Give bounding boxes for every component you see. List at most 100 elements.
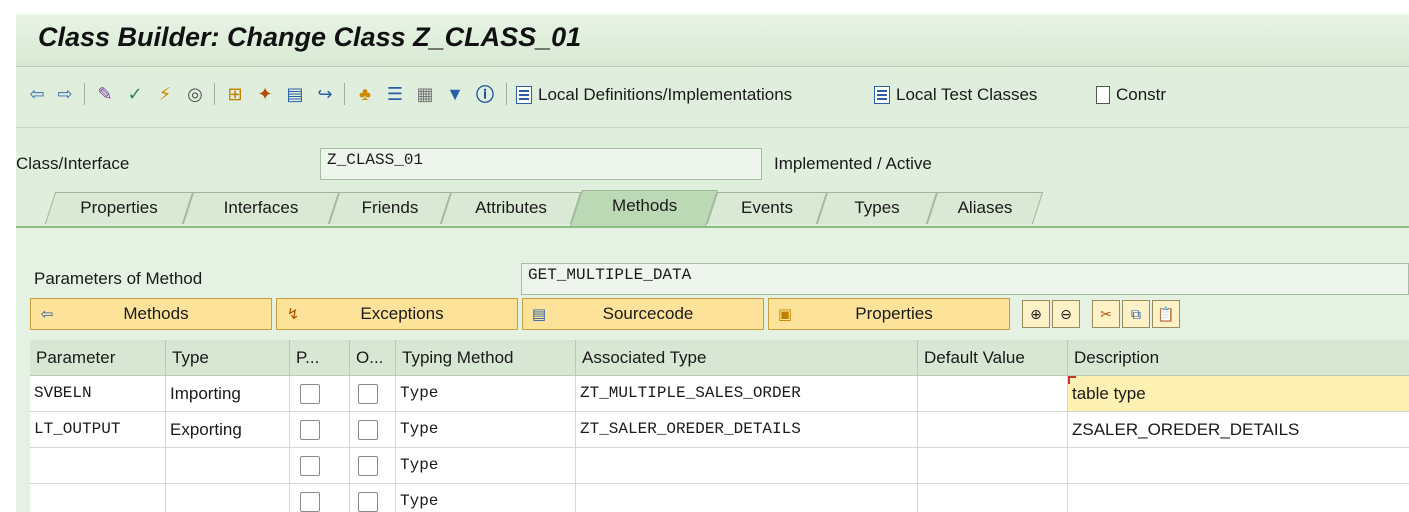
column-header-typing-method[interactable]: Typing Method [396,340,576,376]
tab-methods[interactable]: Methods [570,190,718,226]
sap-window: Class Builder: Change Class Z_CLASS_01 ⇦… [16,14,1409,512]
cut-icon[interactable]: ✂ [1092,300,1120,328]
table-row-pass-by-value [290,448,350,484]
class-status-text: Implemented / Active [774,154,932,173]
methods-back-button[interactable]: ⇦ Methods [30,298,272,330]
table-row-default-value[interactable] [918,376,1068,412]
page-icon [1096,86,1110,104]
document-icon [516,86,532,104]
application-toolbar: ⇦ ⇨ ✎ ✓ ⚡ ◎ ⊞ ✦ ▤ ↪ ♣ ☰ ▦ ▼ ⓘ Local Defi… [16,67,1409,128]
optional-checkbox[interactable] [358,492,378,512]
window-title: Class Builder: Change Class Z_CLASS_01 [38,22,582,52]
sourcecode-button[interactable]: ▤ Sourcecode [522,298,764,330]
table-row-parameter[interactable]: SVBELN [30,376,166,412]
tab-aliases[interactable]: Aliases [926,192,1044,224]
class-interface-label: Class/Interface [16,154,130,173]
table-row-associated-type[interactable] [576,448,918,484]
optional-checkbox[interactable] [358,384,378,404]
tab-strip: Properties Interfaces Friends Attributes… [16,186,1409,230]
table-row-default-value[interactable] [918,412,1068,448]
pass-by-value-checkbox[interactable] [300,384,320,404]
table-row-parameter[interactable] [30,448,166,484]
hierarchy-icon[interactable]: ♣ [354,83,376,105]
pass-by-value-checkbox[interactable] [300,420,320,440]
column-header-associated-type[interactable]: Associated Type [576,340,918,376]
table-row-type[interactable] [166,448,290,484]
class-name-field[interactable]: Z_CLASS_01 [320,148,762,180]
table-row-associated-type[interactable]: ZT_MULTIPLE_SALES_ORDER [576,376,918,412]
where-used-icon[interactable]: ◎ [184,83,206,105]
tab-friends[interactable]: Friends [328,192,452,224]
exceptions-button[interactable]: ↯ Exceptions [276,298,518,330]
properties-button[interactable]: ▣ Properties [768,298,1010,330]
table-row-type[interactable]: Importing [166,376,290,412]
back-arrow-icon: ⇦ [40,306,54,323]
tab-attributes[interactable]: Attributes [440,192,582,224]
enhance-icon[interactable]: ✦ [254,83,276,105]
source-code-icon: ▤ [531,306,547,323]
optional-checkbox[interactable] [358,420,378,440]
table-row-type[interactable]: Exporting [166,412,290,448]
back-arrow-icon[interactable]: ⇦ [26,83,48,105]
table-row-description[interactable] [1068,448,1409,484]
column-header-default-value[interactable]: Default Value [918,340,1068,376]
table-row-description[interactable]: table type [1068,376,1409,412]
table-row-pass-by-value [290,376,350,412]
display-change-icon[interactable]: ✎ [94,83,116,105]
navigate-icon[interactable]: ▤ [284,83,306,105]
tab-types[interactable]: Types [816,192,938,224]
column-header-parameter[interactable]: Parameter [30,340,166,376]
local-definitions-button[interactable]: Local Definitions/Implementations [516,82,792,108]
column-header-type[interactable]: Type [166,340,290,376]
table-row-typing-method[interactable]: Type [396,448,576,484]
insert-row-icon[interactable]: ⊕ [1022,300,1050,328]
table-row-typing-method[interactable]: Type [396,376,576,412]
table-row-default-value[interactable] [918,448,1068,484]
tab-events[interactable]: Events [706,192,828,224]
column-header-pass-by-value[interactable]: P... [290,340,350,376]
properties-icon: ▣ [777,306,793,323]
local-test-classes-button[interactable]: Local Test Classes [874,82,1037,108]
table-row-typing-method[interactable]: Type [396,412,576,448]
forward-arrow-icon[interactable]: ⇨ [54,83,76,105]
parameters-of-method-label: Parameters of Method [34,269,203,288]
table-row-associated-type[interactable] [576,484,918,512]
optional-checkbox[interactable] [358,456,378,476]
table-row-parameter[interactable]: LT_OUTPUT [30,412,166,448]
column-header-description[interactable]: Description [1068,340,1409,376]
object-list-icon[interactable]: ⊞ [224,83,246,105]
method-name-field[interactable]: GET_MULTIPLE_DATA [521,263,1409,295]
exit-icon[interactable]: ↪ [314,83,336,105]
table-row-typing-method[interactable]: Type [396,484,576,512]
paste-icon[interactable]: 📋 [1152,300,1180,328]
table-row-description[interactable] [1068,484,1409,512]
activate-icon[interactable]: ⚡ [154,83,176,105]
pass-by-value-checkbox[interactable] [300,456,320,476]
column-header-optional[interactable]: O... [350,340,396,376]
table-row-optional [350,412,396,448]
check-icon[interactable]: ✓ [124,83,146,105]
table-row-optional [350,448,396,484]
table-row-associated-type[interactable]: ZT_SALER_OREDER_DETAILS [576,412,918,448]
info-icon[interactable]: ⓘ [474,83,496,105]
filter-icon[interactable]: ▼ [444,83,466,105]
table-row-default-value[interactable] [918,484,1068,512]
table-row-pass-by-value [290,484,350,512]
tab-interfaces[interactable]: Interfaces [182,192,340,224]
copy-icon[interactable]: ⧉ [1122,300,1150,328]
tab-properties[interactable]: Properties [44,192,194,224]
pass-by-value-checkbox[interactable] [300,492,320,512]
align-icon[interactable]: ☰ [384,83,406,105]
table-row-pass-by-value [290,412,350,448]
exceptions-icon: ↯ [286,306,300,323]
table-row-optional [350,376,396,412]
document-icon [874,86,890,104]
table-row-type[interactable] [166,484,290,512]
table-icon[interactable]: ▦ [414,83,436,105]
title-bar: Class Builder: Change Class Z_CLASS_01 [16,14,1409,67]
delete-row-icon[interactable]: ⊖ [1052,300,1080,328]
table-row-description[interactable]: ZSALER_OREDER_DETAILS [1068,412,1409,448]
constructor-button[interactable]: Constr [1096,82,1166,108]
table-row-parameter[interactable] [30,484,166,512]
cursor-marker [1068,376,1076,384]
